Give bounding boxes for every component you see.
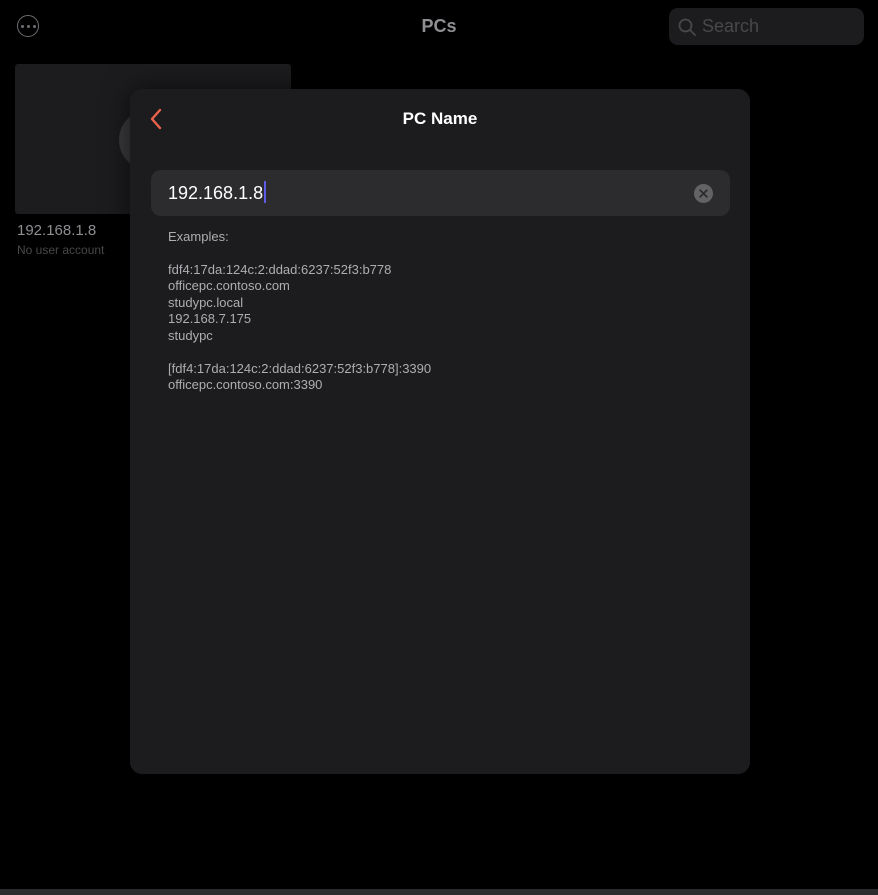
examples-section: Examples: fdf4:17da:124c:2:ddad:6237:52f…	[168, 229, 431, 394]
example-line: officepc.contoso.com	[168, 278, 290, 294]
clear-icon	[699, 188, 708, 198]
search-field[interactable]: Search	[669, 8, 864, 45]
pc-name-field[interactable]: 192.168.1.8	[151, 170, 730, 216]
pc-tile-account: No user account	[17, 243, 105, 257]
pc-name-sheet: PC Name 192.168.1.8 Examples: fdf4:17da:…	[130, 89, 750, 774]
example-line: 192.168.7.175	[168, 311, 252, 327]
examples-group-ports: [fdf4:17da:124c:2:ddad:6237:52f3:b778]:3…	[168, 361, 431, 394]
examples-group-hosts: fdf4:17da:124c:2:ddad:6237:52f3:b778 off…	[168, 262, 431, 345]
example-line: fdf4:17da:124c:2:ddad:6237:52f3:b778	[168, 261, 392, 277]
example-line: officepc.contoso.com:3390	[168, 377, 323, 393]
example-line: studypc	[168, 327, 213, 343]
bottom-edge	[0, 889, 878, 895]
pc-tile-name: 192.168.1.8	[17, 222, 97, 239]
examples-heading: Examples:	[168, 229, 229, 244]
example-line: [fdf4:17da:124c:2:ddad:6237:52f3:b778]:3…	[168, 360, 432, 376]
pc-name-input[interactable]: 192.168.1.8	[168, 183, 263, 204]
search-icon	[678, 18, 696, 36]
clear-text-button[interactable]	[694, 183, 713, 203]
example-line: studypc.local	[168, 294, 244, 310]
sheet-title: PC Name	[402, 109, 478, 128]
text-caret	[264, 181, 267, 203]
search-placeholder: Search	[702, 16, 760, 36]
